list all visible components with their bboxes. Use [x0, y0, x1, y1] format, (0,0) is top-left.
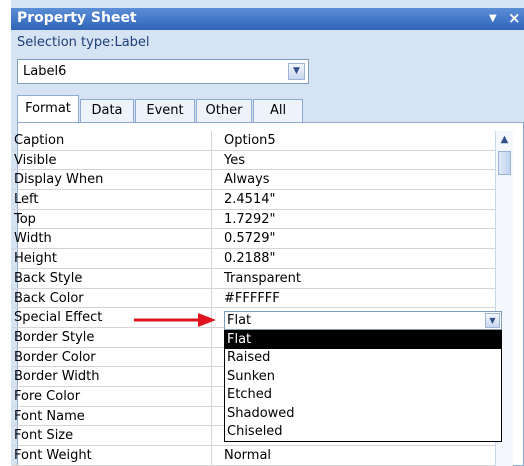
red-arrow-icon: [134, 313, 216, 327]
close-icon[interactable]: ×: [508, 9, 521, 27]
scroll-up-icon[interactable]: ▲: [496, 131, 513, 148]
tab-label: All: [269, 103, 287, 118]
option-sunken[interactable]: Sunken: [225, 368, 501, 386]
window-title: Property Sheet: [17, 10, 137, 26]
tab-format[interactable]: Format: [17, 95, 79, 123]
tab-data[interactable]: Data: [80, 99, 134, 122]
tab-label: Other: [205, 103, 243, 118]
property-value[interactable]: Option5: [224, 131, 276, 150]
property-row-font-weight[interactable]: Font Weight Normal: [12, 446, 495, 466]
tab-other[interactable]: Other: [196, 99, 252, 122]
object-selector-combobox[interactable]: Label6 ▼: [17, 59, 309, 84]
property-value[interactable]: #FFFFFF: [224, 289, 280, 308]
tab-label: Data: [91, 103, 123, 118]
property-name: Left: [12, 190, 212, 209]
property-value[interactable]: Normal: [224, 446, 271, 465]
property-name: Caption: [12, 131, 212, 150]
dropdown-arrow-icon[interactable]: ▼: [489, 13, 497, 24]
property-value[interactable]: Yes: [224, 151, 245, 170]
special-effect-value[interactable]: Flat: [227, 313, 251, 329]
property-row-back-color[interactable]: Back Color #FFFFFF: [12, 288, 495, 309]
tab-all[interactable]: All: [253, 99, 303, 122]
property-row-display-when[interactable]: Display When Always: [12, 170, 495, 191]
property-name: Width: [12, 229, 212, 249]
property-value[interactable]: Always: [224, 170, 270, 189]
property-row-height[interactable]: Height 0.2188": [12, 249, 495, 269]
property-row-caption[interactable]: Caption Option5: [12, 131, 495, 151]
property-row-back-style[interactable]: Back Style Transparent: [12, 268, 495, 289]
property-row-width[interactable]: Width 0.5729": [12, 229, 495, 250]
property-name: Font Size: [12, 426, 212, 445]
option-chiseled[interactable]: Chiseled: [225, 423, 501, 441]
property-name: Visible: [12, 150, 212, 170]
option-shadowed[interactable]: Shadowed: [225, 405, 501, 423]
property-name: Display When: [12, 170, 212, 190]
property-value[interactable]: 0.2188": [224, 249, 275, 268]
special-effect-dropdown-list: Flat Raised Sunken Etched Shadowed Chise…: [224, 330, 502, 442]
chevron-down-icon[interactable]: ▼: [288, 63, 305, 80]
selection-type-label: Selection type:Label: [17, 35, 150, 50]
property-name: Font Weight: [12, 446, 212, 465]
option-flat[interactable]: Flat: [225, 331, 501, 350]
option-etched[interactable]: Etched: [225, 386, 501, 404]
property-name: Font Name: [12, 406, 212, 426]
property-name: Top: [12, 209, 212, 229]
special-effect-combobox[interactable]: Flat ▼: [224, 311, 502, 330]
property-name: Border Color: [12, 347, 212, 367]
property-name: Fore Color: [12, 386, 212, 406]
property-name: Back Style: [12, 268, 212, 288]
title-bar: Property Sheet ▼ ×: [11, 8, 524, 30]
property-name: Border Width: [12, 367, 212, 386]
property-row-top[interactable]: Top 1.7292": [12, 209, 495, 230]
property-value[interactable]: 0.5729": [224, 229, 275, 248]
scrollbar-thumb[interactable]: [498, 151, 511, 175]
property-name: Back Color: [12, 288, 212, 308]
chevron-down-icon[interactable]: ▼: [485, 313, 500, 328]
tab-label: Event: [146, 103, 184, 118]
option-raised[interactable]: Raised: [225, 349, 501, 367]
property-value[interactable]: 1.7292": [224, 210, 275, 229]
property-row-left[interactable]: Left 2.4514": [12, 190, 495, 210]
property-name: Height: [12, 249, 212, 268]
property-value[interactable]: 2.4514": [224, 190, 275, 209]
object-selector-value: Label6: [23, 64, 67, 79]
tab-event[interactable]: Event: [135, 99, 195, 122]
tab-label: Format: [25, 101, 71, 116]
property-value[interactable]: Transparent: [224, 269, 301, 288]
property-name: Border Style: [12, 327, 212, 347]
property-row-visible[interactable]: Visible Yes: [12, 150, 495, 171]
